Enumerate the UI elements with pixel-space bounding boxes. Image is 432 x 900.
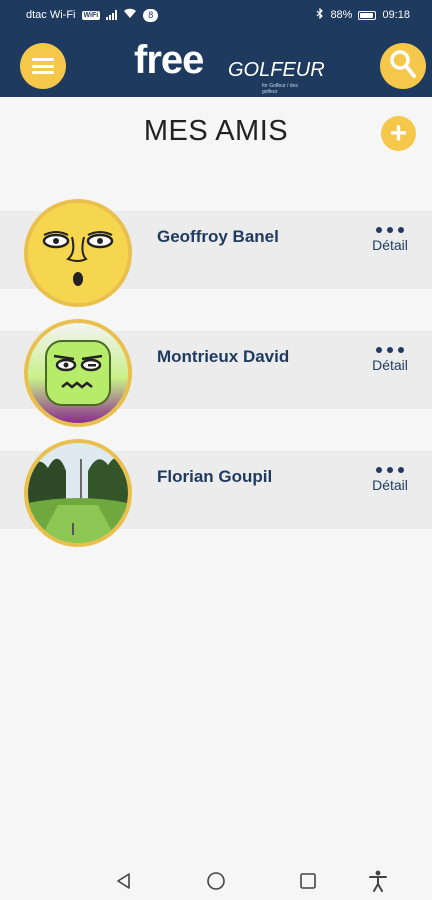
plus-icon: + (389, 116, 408, 150)
status-right: 88% 09:18 (316, 7, 410, 22)
carrier-label: dtac Wi-Fi (26, 9, 76, 21)
more-dots-icon (370, 225, 410, 235)
avatar[interactable] (24, 439, 132, 547)
notification-count-badge: 8 (143, 8, 159, 22)
hamburger-icon (32, 58, 54, 74)
more-dots-icon (370, 465, 410, 475)
status-left: dtac Wi-Fi WiFi 8 (26, 8, 316, 22)
search-button[interactable] (380, 43, 426, 89)
home-button[interactable] (205, 870, 227, 892)
list-item: Florian Goupil Détail (0, 427, 432, 547)
battery-percent: 88% (330, 9, 353, 21)
signal-icon (106, 10, 118, 20)
logo-sub-text: GOLFEUR (228, 59, 325, 81)
logo-main-text: free (134, 38, 204, 82)
add-friend-button[interactable]: + (381, 116, 416, 151)
wifi-icon (123, 8, 137, 22)
friend-name: Geoffroy Banel (157, 227, 279, 246)
list-item: Montrieux David Détail (0, 307, 432, 427)
accessibility-icon (369, 870, 387, 892)
friend-name: Florian Goupil (157, 467, 273, 486)
menu-button[interactable] (20, 43, 66, 89)
wifi-badge: WiFi (81, 10, 101, 20)
back-triangle-icon (117, 873, 130, 889)
clock: 09:18 (382, 9, 410, 21)
recents-button[interactable] (297, 870, 319, 892)
app-header: free GOLFEUR for Golfeur / des golfeur (0, 30, 432, 97)
logo-tagline: for Golfeur / des golfeur (262, 83, 298, 95)
app-logo: free GOLFEUR for Golfeur / des golfeur (134, 38, 325, 95)
more-dots-icon (370, 345, 410, 355)
detail-label: Détail (372, 477, 408, 493)
page-title: MES AMIS (143, 115, 289, 147)
list-item: Geoffroy Banel Détail (0, 187, 432, 307)
back-button[interactable] (113, 870, 135, 892)
friend-detail-button[interactable]: Détail (370, 225, 410, 253)
title-row: MES AMIS + (0, 97, 432, 187)
detail-label: Détail (372, 357, 408, 373)
friend-detail-button[interactable]: Détail (370, 465, 410, 493)
avatar[interactable] (24, 199, 132, 307)
accessibility-button[interactable] (367, 870, 389, 892)
battery-icon (358, 10, 377, 20)
friend-list: Geoffroy Banel Détail Montrieux David Dé… (0, 187, 432, 547)
emoji-face-avatar-icon (28, 203, 128, 303)
home-circle-icon (207, 872, 225, 890)
avatar[interactable] (24, 319, 132, 427)
detail-label: Détail (372, 237, 408, 253)
friend-detail-button[interactable]: Détail (370, 345, 410, 373)
system-nav-bar (0, 860, 432, 900)
friend-name: Montrieux David (157, 347, 290, 366)
golf-course-avatar-icon (28, 443, 128, 543)
recents-square-icon (300, 873, 316, 889)
green-face-avatar-icon (28, 323, 128, 423)
status-bar: dtac Wi-Fi WiFi 8 88% 09:18 (0, 0, 432, 30)
search-icon (389, 49, 417, 84)
bluetooth-icon (316, 7, 324, 22)
